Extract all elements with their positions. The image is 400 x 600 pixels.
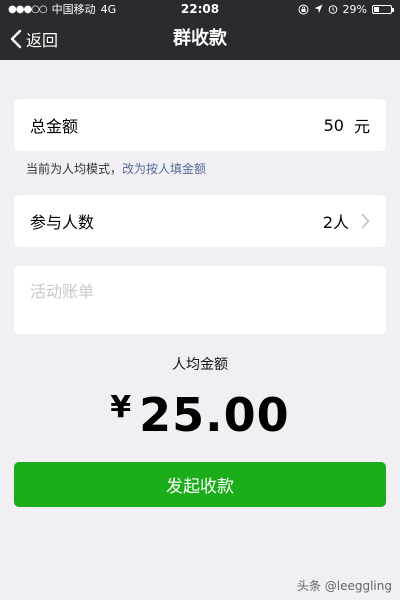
chevron-right-icon [361,213,370,229]
back-label: 返回 [26,31,59,50]
network-type: 4G [100,2,117,16]
total-amount-card: 总金额 50 元 [14,99,386,151]
orientation-lock-icon [298,4,309,14]
per-person-amount: ¥25.00 [0,388,400,442]
per-person-label: 人均金额 [172,357,228,373]
total-amount-value[interactable]: 50 [324,116,344,135]
start-collection-button[interactable]: 发起收款 [14,462,386,507]
location-arrow-icon [314,4,323,13]
participants-card: 参与人数 2人 [14,195,386,247]
back-button[interactable]: 返回 [10,18,58,60]
signal-strength-icon: ●●●○○ [8,3,48,15]
currency-symbol: ¥ [110,390,132,425]
mode-hint: 当前为人均模式，改为按人填金额 [26,160,206,177]
carrier-name: 中国移动 [51,3,96,16]
participants-row[interactable]: 参与人数 2人 [14,195,386,247]
battery-fill [374,6,380,12]
participants-label: 参与人数 [30,213,95,232]
chevron-left-icon [10,29,22,49]
memo-input[interactable] [30,282,370,301]
page-title: 群收款 [173,28,227,49]
alarm-icon [328,5,337,14]
status-left: ●●●○○ 中国移动 4G [8,1,298,17]
battery-icon [372,4,394,14]
battery-percent: 29% [342,2,367,16]
memo-card [14,266,386,334]
status-right: 29% [298,2,394,16]
total-amount-unit: 元 [353,117,370,136]
navigation-bar: 返回 群收款 [0,18,400,60]
watermark: 头条 @leeggling [296,579,392,593]
participants-value: 2人 [322,213,349,232]
mode-hint-text: 当前为人均模式， [26,162,123,176]
total-amount-row[interactable]: 总金额 50 元 [14,99,386,151]
total-amount-label: 总金额 [30,117,79,136]
switch-mode-link[interactable]: 改为按人填金额 [122,162,206,176]
per-person-amount-value: 25.00 [139,388,290,442]
status-bar: ●●●○○ 中国移动 4G 22:08 29% [0,0,400,18]
